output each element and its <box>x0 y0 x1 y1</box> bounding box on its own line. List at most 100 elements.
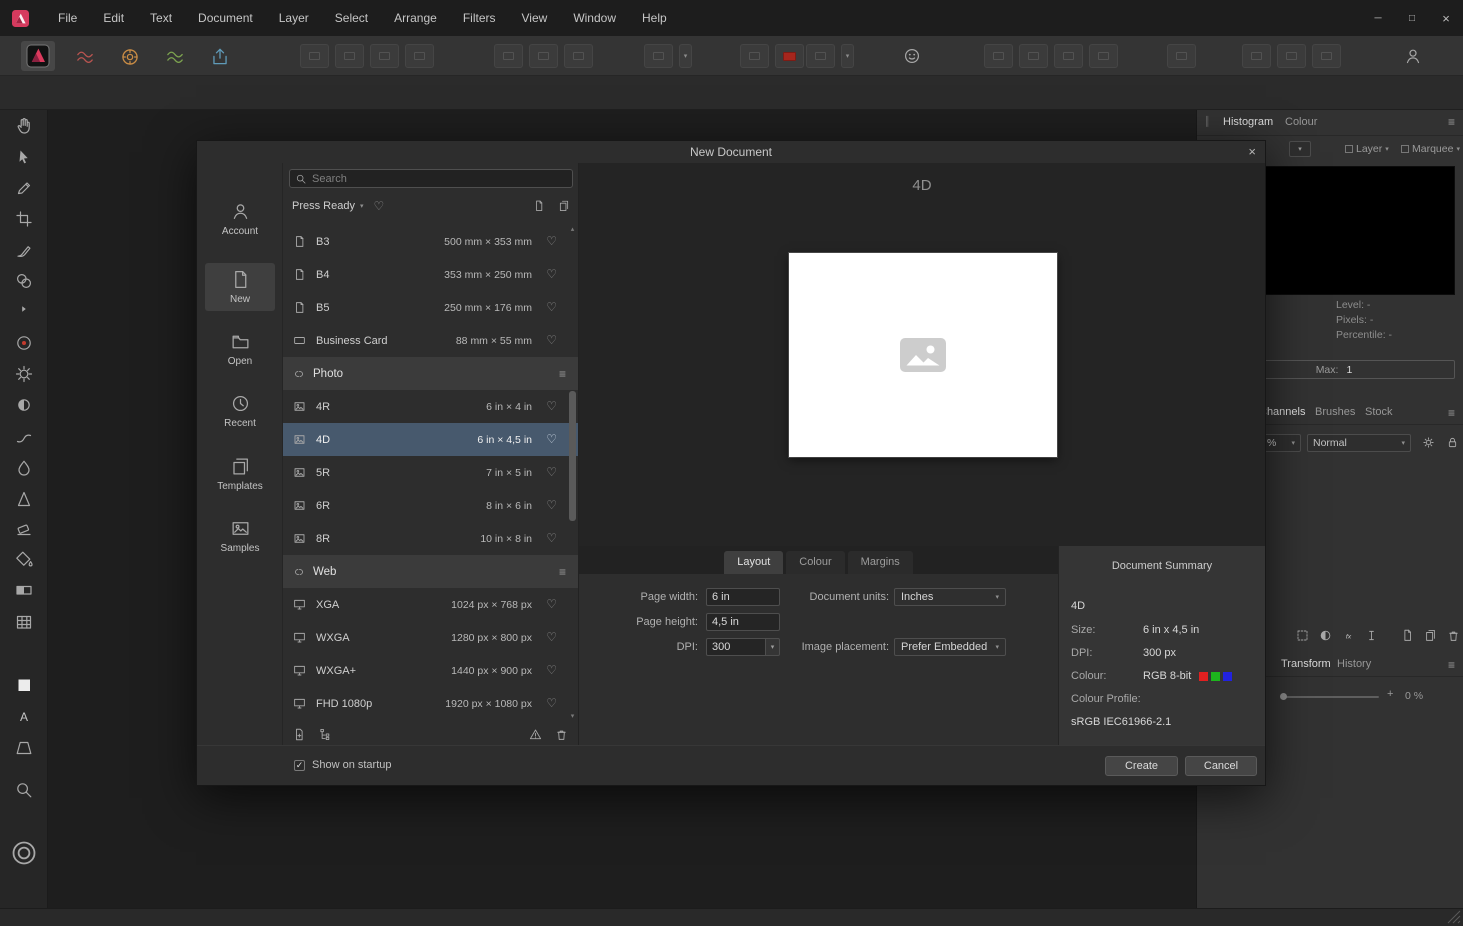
dropdown-chevron-icon[interactable]: ▾ <box>679 44 692 68</box>
lock-icon[interactable] <box>1445 435 1460 450</box>
layer-opacity-select[interactable]: % ▾ <box>1261 434 1301 452</box>
toolbar-button[interactable] <box>1277 44 1306 68</box>
dialog-titlebar[interactable]: New Document × <box>197 141 1265 163</box>
toolbar-button[interactable] <box>1089 44 1118 68</box>
liquify-persona-button[interactable] <box>68 43 102 70</box>
new-layer-icon[interactable] <box>1400 628 1415 643</box>
delete-preset-icon[interactable] <box>554 727 569 742</box>
blend-options-gear-icon[interactable] <box>1421 435 1436 450</box>
clone-stamp-tool-icon[interactable] <box>14 271 34 291</box>
preset-8r[interactable]: 8R 10 in × 8 in ♡ <box>283 522 578 555</box>
favourite-icon[interactable]: ♡ <box>546 598 557 610</box>
preset-fhd-1080p[interactable]: FHD 1080p 1920 px × 1080 px ♡ <box>283 687 578 720</box>
new-from-clipboard-icon[interactable] <box>557 199 571 213</box>
histogram-channel-select[interactable]: ▾ <box>1289 141 1311 157</box>
menu-item-text[interactable]: Text <box>137 0 185 36</box>
favourite-icon[interactable]: ♡ <box>546 400 557 412</box>
preset-6r[interactable]: 6R 8 in × 6 in ♡ <box>283 489 578 522</box>
favourite-icon[interactable]: ♡ <box>546 664 557 676</box>
assistant-button[interactable] <box>897 44 926 68</box>
toolbar-button[interactable] <box>335 44 364 68</box>
favourite-icon[interactable]: ♡ <box>546 499 557 511</box>
favourite-icon[interactable]: ♡ <box>546 268 557 280</box>
maximize-button[interactable]: □ <box>1395 0 1429 36</box>
toolbar-button[interactable] <box>806 44 835 68</box>
toolbar-button[interactable] <box>644 44 673 68</box>
panel-menu-icon[interactable]: ≡ <box>1448 115 1455 129</box>
dialog-close-icon[interactable]: × <box>1248 141 1256 163</box>
preset-business-card[interactable]: Business Card 88 mm × 55 mm ♡ <box>283 324 578 357</box>
menu-item-filters[interactable]: Filters <box>450 0 509 36</box>
export-persona-button[interactable] <box>203 43 237 70</box>
tab-colour[interactable]: Colour <box>786 551 845 574</box>
new-group-icon[interactable] <box>1423 628 1438 643</box>
toolbar-button[interactable] <box>494 44 523 68</box>
paint-brush-tool-icon[interactable] <box>14 240 34 260</box>
smudge-brush-tool-icon[interactable] <box>14 427 34 447</box>
menu-item-help[interactable]: Help <box>629 0 680 36</box>
page-height-input[interactable] <box>706 613 780 631</box>
develop-persona-button[interactable] <box>113 43 147 70</box>
search-box[interactable] <box>289 169 573 188</box>
favourite-icon[interactable]: ♡ <box>546 697 557 709</box>
selection-icon[interactable] <box>1295 628 1310 643</box>
favourite-icon[interactable]: ♡ <box>546 631 557 643</box>
tab-margins[interactable]: Margins <box>847 551 913 574</box>
close-button[interactable]: × <box>1429 0 1463 36</box>
add-category-icon[interactable] <box>318 727 333 742</box>
toolbar-button[interactable] <box>1242 44 1271 68</box>
toolbar-button[interactable] <box>405 44 434 68</box>
menu-item-layer[interactable]: Layer <box>266 0 322 36</box>
histogram-marquee-select[interactable]: Marquee ▾ <box>1401 143 1460 155</box>
preset-xga[interactable]: XGA 1024 px × 768 px ♡ <box>283 588 578 621</box>
show-on-startup-checkbox[interactable]: ✓ Show on startup <box>294 759 392 771</box>
toolbar-button[interactable] <box>1019 44 1048 68</box>
favourite-icon[interactable]: ♡ <box>546 334 557 346</box>
preset-4d[interactable]: 4D 6 in × 4,5 in ♡ <box>283 423 578 456</box>
create-button[interactable]: Create <box>1105 756 1178 776</box>
preset-b5[interactable]: B5 250 mm × 176 mm ♡ <box>283 291 578 324</box>
blur-brush-tool-icon[interactable] <box>14 458 34 478</box>
tab-stock[interactable]: Stock <box>1365 406 1393 418</box>
tab-colour-panel[interactable]: Colour <box>1285 116 1317 128</box>
sharpen-brush-tool-icon[interactable] <box>14 489 34 509</box>
zoom-tool-icon[interactable] <box>14 780 34 800</box>
toolbar-button[interactable] <box>564 44 593 68</box>
section-menu-icon[interactable]: ≡ <box>559 367 566 381</box>
gradient-tool-icon[interactable] <box>14 580 34 600</box>
plus-icon[interactable]: + <box>1387 688 1393 700</box>
mesh-warp-tool-icon[interactable] <box>14 612 34 632</box>
category-favourite-icon[interactable]: ♡ <box>374 200 385 212</box>
move-tool-icon[interactable] <box>14 147 34 167</box>
scroll-down-icon[interactable]: ▾ <box>568 712 577 720</box>
histogram-layer-select[interactable]: Layer ▾ <box>1345 143 1389 155</box>
dropdown-chevron-icon[interactable]: ▾ <box>841 44 854 68</box>
dialog-nav-recent[interactable]: Recent <box>205 387 275 435</box>
tab-histogram[interactable]: Histogram <box>1223 116 1273 128</box>
panel-drag-handle[interactable]: ║ <box>1204 116 1210 126</box>
crop-tool-icon[interactable] <box>14 209 34 229</box>
menu-item-file[interactable]: File <box>45 0 90 36</box>
mask-icon[interactable] <box>1318 628 1333 643</box>
favourite-icon[interactable]: ♡ <box>546 301 557 313</box>
colour-swatch-icon[interactable] <box>14 675 34 695</box>
toolbar-button[interactable] <box>529 44 558 68</box>
favourite-icon[interactable]: ♡ <box>546 532 557 544</box>
view-tool-icon[interactable] <box>14 115 34 135</box>
favourite-icon[interactable]: ♡ <box>546 235 557 247</box>
toolbar-button[interactable] <box>300 44 329 68</box>
preset-b3[interactable]: B3 500 mm × 353 mm ♡ <box>283 225 578 258</box>
toolbar-button[interactable] <box>984 44 1013 68</box>
account-button[interactable] <box>1398 44 1427 68</box>
menu-item-view[interactable]: View <box>509 0 561 36</box>
toolbar-button[interactable] <box>1167 44 1196 68</box>
text-tool-icon[interactable]: A <box>14 706 34 726</box>
preset-wxga-[interactable]: WXGA+ 1440 px × 900 px ♡ <box>283 654 578 687</box>
tab-history[interactable]: History <box>1337 658 1371 670</box>
dialog-nav-account[interactable]: Account <box>205 195 275 243</box>
tone-mapping-persona-button[interactable] <box>158 43 192 70</box>
preset-section-web[interactable]: Web ≡ <box>283 555 578 588</box>
minimize-button[interactable]: ─ <box>1361 0 1395 36</box>
favourite-icon[interactable]: ♡ <box>546 433 557 445</box>
preset-b4[interactable]: B4 353 mm × 250 mm ♡ <box>283 258 578 291</box>
